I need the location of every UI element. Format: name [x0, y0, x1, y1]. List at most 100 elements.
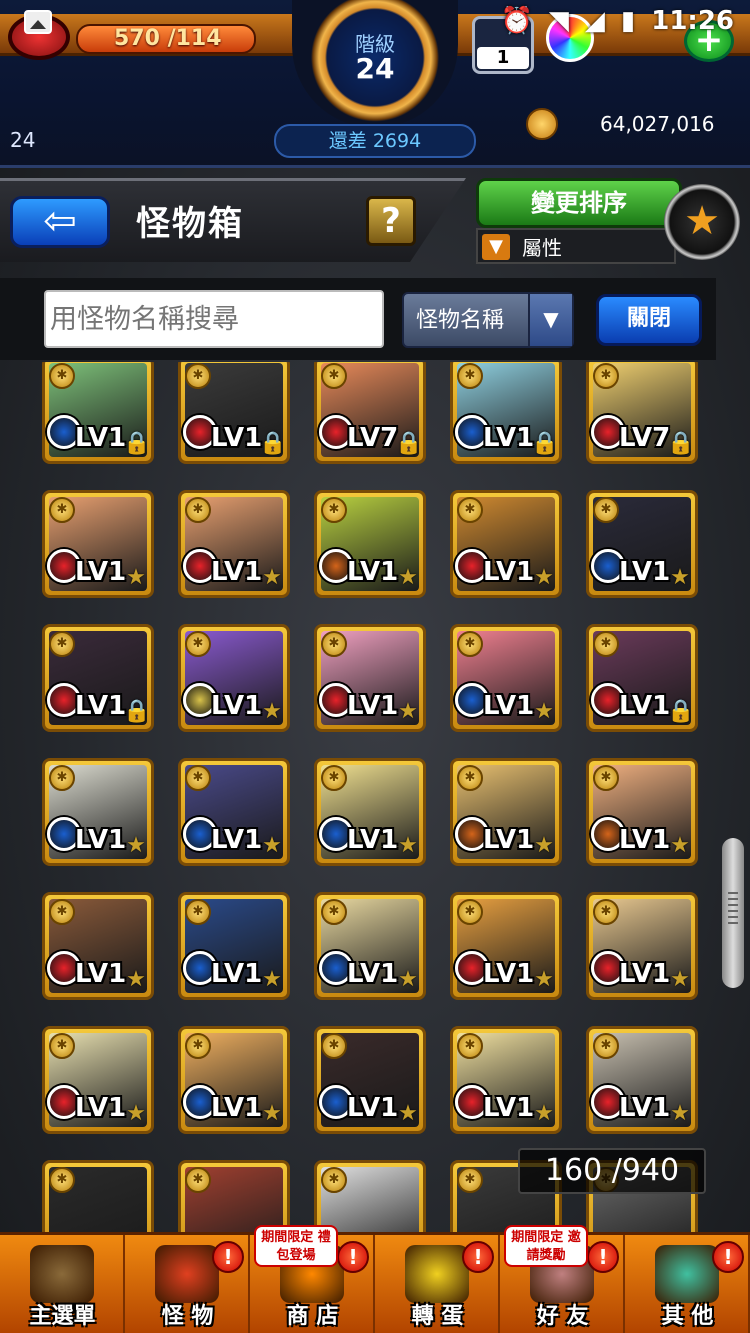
nav-other[interactable]: 其 他!: [625, 1235, 750, 1333]
rank-medal-icon: ✱: [593, 899, 619, 925]
star-icon: ★: [534, 1101, 554, 1126]
monster-level: LV1: [211, 557, 263, 587]
rank-badge[interactable]: 階級 24: [292, 0, 458, 128]
monster-level: LV1: [483, 959, 535, 989]
rank-medal-icon: ✱: [321, 765, 347, 791]
monster-card[interactable]: ✱ LV1 ★: [450, 490, 562, 598]
star-icon: ★: [534, 565, 554, 590]
nav-label: 好 友: [536, 1304, 589, 1329]
chevron-down-icon[interactable]: ▼: [528, 294, 572, 346]
monster-card[interactable]: ✱ LV1 ★: [450, 1026, 562, 1134]
monster-card[interactable]: ✱: [42, 1160, 154, 1232]
monster-card[interactable]: ✱ LV1 ★: [178, 1026, 290, 1134]
rank-medal-icon: ✱: [457, 363, 483, 389]
nav-monster[interactable]: 怪 物!: [125, 1235, 250, 1333]
star-icon: ★: [262, 1101, 282, 1126]
monster-card[interactable]: ✱: [178, 1160, 290, 1232]
rank-medal-icon: ✱: [321, 899, 347, 925]
monster-level: LV1: [211, 959, 263, 989]
monster-level: LV1: [347, 691, 399, 721]
rank-medal-icon: ✱: [457, 1167, 483, 1193]
change-sort-button[interactable]: 變更排序: [476, 178, 682, 228]
stamina-bar: 570 /114: [76, 24, 256, 54]
monster-card[interactable]: ✱ LV1 ★: [178, 490, 290, 598]
orb-icon[interactable]: [546, 14, 594, 62]
monster-card[interactable]: ✱ LV1 ★: [42, 490, 154, 598]
filter-row[interactable]: ▼ 屬性: [476, 228, 676, 264]
nav-label: 商 店: [286, 1304, 339, 1329]
rank-medal-icon: ✱: [185, 1167, 211, 1193]
monster-level: LV1: [619, 959, 671, 989]
gem-badge[interactable]: 1: [472, 16, 534, 74]
monster-card[interactable]: ✱ LV1 ★: [42, 758, 154, 866]
monster-card[interactable]: ✱ LV1 ★: [314, 892, 426, 1000]
back-button[interactable]: ⇦: [10, 196, 110, 248]
search-field-select[interactable]: 怪物名稱 ▼: [402, 292, 574, 348]
monster-level: LV1: [483, 1093, 535, 1123]
rank-medal-icon: ✱: [321, 1033, 347, 1059]
monster-card[interactable]: ✱ LV1 ★: [314, 490, 426, 598]
nav-gacha[interactable]: 轉 蛋!: [375, 1235, 500, 1333]
rank-medal-icon: ✱: [185, 363, 211, 389]
help-button[interactable]: ?: [366, 196, 416, 246]
main-menu-icon: [30, 1245, 94, 1303]
coin-amount: 64,027,016: [600, 112, 715, 136]
star-icon: ★: [670, 967, 690, 992]
monster-card[interactable]: ✱ LV1 🔒: [586, 624, 698, 732]
monster-card[interactable]: ✱ LV1 🔒: [42, 624, 154, 732]
monster-card[interactable]: ✱ LV1 🔒: [450, 362, 562, 464]
nav-friends[interactable]: 好 友! 期間限定 邀請獎勵: [500, 1225, 625, 1333]
monster-level: LV1: [347, 959, 399, 989]
monster-grid[interactable]: ✱ LV1 🔒 ✱ LV1 🔒 ✱ LV7 🔒 ✱ LV1 🔒 ✱ LV7 🔒 ✱ LV1 ★ ✱ LV1 ★ ✱ LV1 ★…: [42, 362, 710, 1232]
monster-level: LV1: [619, 691, 671, 721]
monster-card[interactable]: ✱ LV1 ★: [178, 758, 290, 866]
monster-card[interactable]: ✱ LV1 ★: [586, 892, 698, 1000]
lock-icon: 🔒: [395, 431, 423, 456]
monster-card[interactable]: ✱: [314, 1160, 426, 1232]
rank-medal-icon: ✱: [185, 497, 211, 523]
monster-card[interactable]: ✱ LV7 🔒: [314, 362, 426, 464]
monster-level: LV1: [347, 825, 399, 855]
nav-main-menu[interactable]: 主選單: [0, 1235, 125, 1333]
monster-card[interactable]: ✱ LV1 ★: [314, 758, 426, 866]
monster-level: LV1: [75, 959, 127, 989]
star-icon: ★: [534, 699, 554, 724]
monster-card[interactable]: ✱ LV1 ★: [450, 624, 562, 732]
monster-card[interactable]: ✱ LV1 🔒: [42, 362, 154, 464]
rank-medal-icon: ✱: [49, 497, 75, 523]
monster-card[interactable]: ✱ LV1 ★: [42, 1026, 154, 1134]
star-icon: ★: [126, 833, 146, 858]
monster-card[interactable]: ✱ LV7 🔒: [586, 362, 698, 464]
monster-card[interactable]: ✱ LV1 ★: [450, 758, 562, 866]
scrollbar-grip[interactable]: [728, 892, 738, 928]
monster-card[interactable]: ✱ LV1 ★: [586, 1026, 698, 1134]
monster-level: LV1: [483, 825, 535, 855]
star-icon: ★: [670, 565, 690, 590]
star-icon: ★: [262, 833, 282, 858]
monster-card[interactable]: ✱ LV1 ★: [178, 624, 290, 732]
nav-shop[interactable]: 商 店! 期間限定 禮包登場: [250, 1225, 375, 1333]
star-icon: ★: [670, 833, 690, 858]
search-input[interactable]: [44, 290, 384, 348]
monster-card[interactable]: ✱ LV1 ★: [42, 892, 154, 1000]
close-button[interactable]: 關閉: [596, 294, 702, 346]
other-icon: [655, 1245, 719, 1303]
monster-card[interactable]: ✱ LV1 ★: [314, 624, 426, 732]
monster-card[interactable]: ✱ LV1 🔒: [178, 362, 290, 464]
rank-medal-icon: ✱: [593, 631, 619, 657]
filter-icon: ▼: [482, 234, 510, 260]
rank-medal-icon: ✱: [321, 363, 347, 389]
rank-medal-icon: ✱: [49, 899, 75, 925]
monster-card[interactable]: ✱ LV1 ★: [586, 758, 698, 866]
lock-icon: 🔒: [123, 431, 151, 456]
gacha-icon: [405, 1245, 469, 1303]
add-orb-button[interactable]: +: [684, 20, 734, 62]
favorite-star-button[interactable]: ★: [664, 184, 740, 260]
monster-card[interactable]: ✱ LV1 ★: [178, 892, 290, 1000]
top-hud: 570 /114 階級 24 還差 2694 24 1 + 64,027,016: [0, 0, 750, 168]
monster-card[interactable]: ✱ LV1 ★: [314, 1026, 426, 1134]
monster-card[interactable]: ✱ LV1 ★: [586, 490, 698, 598]
monster-card[interactable]: ✱ LV1 ★: [450, 892, 562, 1000]
promo-badge: 期間限定 禮包登場: [254, 1225, 338, 1267]
gem-count: 1: [477, 47, 529, 69]
